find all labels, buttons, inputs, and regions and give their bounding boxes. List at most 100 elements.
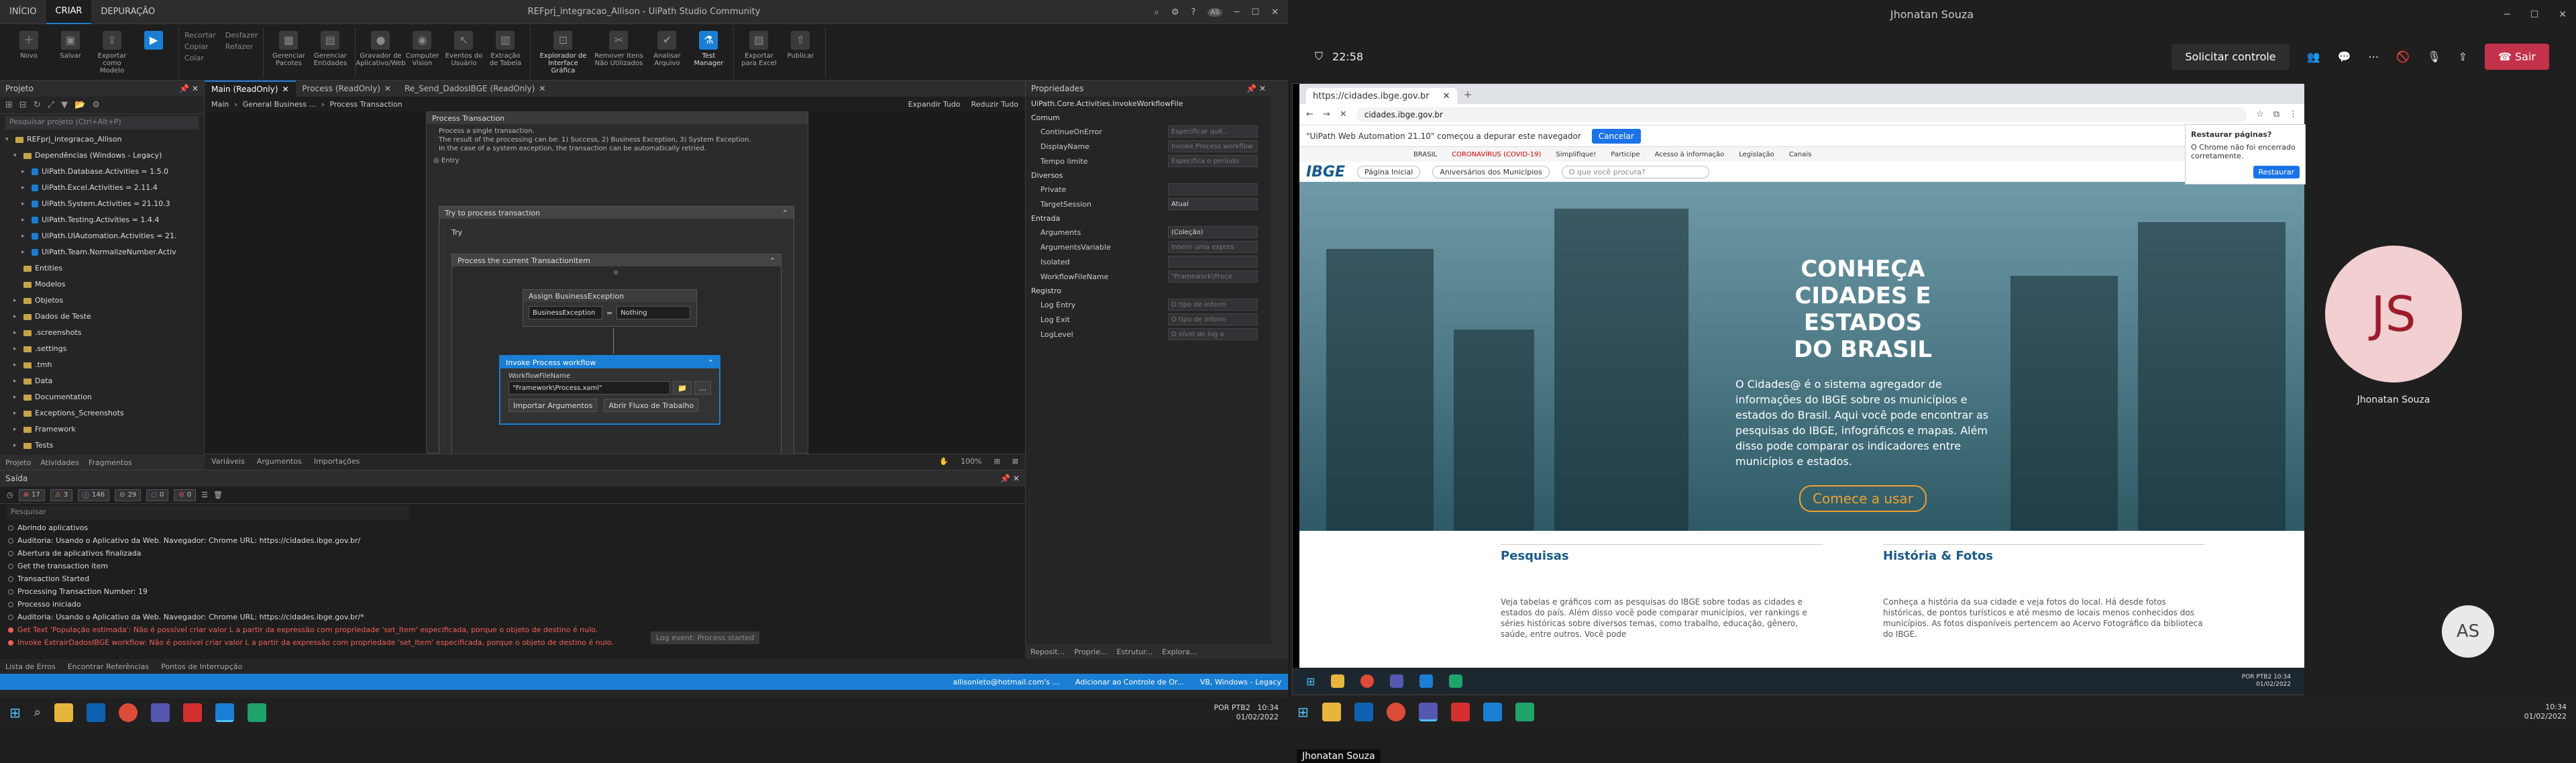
property-value[interactable]: Especificar quê... <box>1168 125 1258 138</box>
trace-filter[interactable]: ⊙ 29 <box>115 489 142 501</box>
share-icon[interactable]: ⇪ <box>2459 50 2467 63</box>
expand-all-button[interactable]: Expandir Tudo <box>908 100 961 109</box>
new-button[interactable]: ＋ Novo <box>9 27 48 60</box>
gov-link[interactable]: BRASIL <box>1413 151 1437 158</box>
collapse-all-button[interactable]: Reduzir Tudo <box>971 100 1018 109</box>
file-explorer-icon[interactable] <box>1331 674 1345 688</box>
windows-start-icon[interactable]: ⊞ <box>1306 675 1315 688</box>
chrome-icon[interactable] <box>1386 702 1405 721</box>
left-panel-tab[interactable]: Fragmentos <box>89 458 132 467</box>
error-filter[interactable]: ⊗ 17 <box>18 489 45 501</box>
tree-item[interactable]: ▸ UiPath.Team.NormalizeNumber.Activ <box>0 244 204 260</box>
breadcrumb-general[interactable]: General Business ... <box>243 100 316 109</box>
analyze-file-button[interactable]: ✔ Analisar Arquivo <box>647 27 686 67</box>
output-search-input[interactable]: Pesquisar <box>7 506 409 519</box>
cut-button[interactable]: Recortar <box>184 31 216 40</box>
property-value[interactable]: "Framework\Proce <box>1168 270 1258 283</box>
invoke-workflow-activity[interactable]: Invoke Process workflow ⌃ WorkflowFileNam… <box>499 355 720 425</box>
workflow-filename-field[interactable]: "Framework\Process.xaml" <box>508 381 671 395</box>
expand-icon[interactable]: ⤢ <box>48 100 54 110</box>
property-value[interactable]: O nível de log a <box>1168 328 1258 340</box>
close-button[interactable]: ✕ <box>1271 7 1279 17</box>
designer-canvas[interactable]: Process Transaction Process a single tra… <box>205 111 1025 454</box>
add-activity-icon[interactable]: ⊕ <box>613 269 619 276</box>
fatal-filter[interactable]: ⊘ 0 <box>174 489 197 501</box>
find-references-tab[interactable]: Encontrar Referências <box>68 662 149 671</box>
uipath-assistant-icon[interactable] <box>247 703 266 722</box>
fit-screen-icon[interactable]: ⊞ <box>994 457 1000 466</box>
export-excel-button[interactable]: ▧ Exportar para Excel <box>739 27 778 67</box>
document-tab[interactable]: Re_Send_DadosIBGE (ReadOnly) ✕ <box>398 81 553 97</box>
system-clock[interactable]: POR PTB2 10:34 01/02/2022 <box>1214 703 1279 722</box>
surveys-title[interactable]: Pesquisas <box>1501 544 1823 563</box>
tree-item[interactable]: ▸ Framework <box>0 421 204 438</box>
expand-arrow-icon[interactable]: ▸ <box>13 357 20 373</box>
forward-icon[interactable]: → <box>1323 109 1330 119</box>
document-tab[interactable]: Process (ReadOnly) ✕ <box>296 81 398 97</box>
expand-arrow-icon[interactable]: ▸ <box>13 325 20 341</box>
variables-tab[interactable]: Variáveis <box>211 457 245 466</box>
file-explorer-icon[interactable] <box>1322 702 1341 721</box>
properties-tab[interactable]: Reposit... <box>1030 648 1065 656</box>
test-manager-button[interactable]: ⚗ Test Manager <box>689 27 728 67</box>
self-avatar-as[interactable]: AS <box>2442 605 2494 658</box>
collapse-icon[interactable]: ⊟ <box>19 100 27 110</box>
address-bar[interactable]: cidades.ibge.gov.br <box>1356 107 2247 122</box>
camera-off-icon[interactable]: 🚫 <box>2396 50 2410 63</box>
import-arguments-button[interactable]: Importar Argumentos <box>508 399 598 412</box>
teams-icon[interactable] <box>1418 702 1438 721</box>
search-icon[interactable]: ⌕ <box>34 705 41 719</box>
log-line[interactable]: Invoke ExtrairDadosIBGE workflow: Não é … <box>0 636 1025 649</box>
stop-icon[interactable]: ✕ <box>1340 109 1347 119</box>
warning-filter[interactable]: ⚠ 3 <box>50 489 73 501</box>
project-search-input[interactable]: Pesquisar projeto (Ctrl+Alt+P) <box>5 116 199 130</box>
uipath-studio-icon[interactable] <box>1483 702 1502 721</box>
tree-item[interactable]: ▸ .settings <box>0 341 204 357</box>
expand-arrow-icon[interactable]: ▸ <box>13 405 20 421</box>
leave-button[interactable]: ☎ Sair <box>2485 43 2549 70</box>
more-button[interactable]: … <box>694 381 711 395</box>
left-panel-tab[interactable]: Atividades <box>40 458 78 467</box>
status-user[interactable]: allisonleto@hotmail.com's ... <box>953 678 1060 686</box>
property-value[interactable]: Inserir uma expres <box>1168 241 1258 253</box>
expand-arrow-icon[interactable]: ▾ <box>5 132 12 148</box>
system-clock[interactable]: 10:34 01/02/2022 <box>2524 703 2567 721</box>
save-button[interactable]: ▣ Salvar <box>51 27 90 60</box>
log-line[interactable]: Processo iniciado <box>0 598 1025 611</box>
close-tab-icon[interactable]: ✕ <box>384 84 391 93</box>
ibge-logo[interactable]: IBGE <box>1306 164 1345 181</box>
expand-arrow-icon[interactable]: ▸ <box>13 309 20 325</box>
paste-button[interactable]: Colar <box>184 54 216 62</box>
maximize-button[interactable]: ☐ <box>2530 9 2539 20</box>
redo-button[interactable]: Refazer <box>225 42 258 51</box>
expand-arrow-icon[interactable]: ▸ <box>21 196 28 212</box>
request-control-button[interactable]: Solicitar controle <box>2171 43 2290 70</box>
tree-item[interactable]: ▸ UiPath.Excel.Activities = 2.11.4 <box>0 180 204 196</box>
gov-link[interactable]: CORONAVÍRUS (COVID-19) <box>1452 151 1541 158</box>
export-template-button[interactable]: ⇪ Exportar como Modelo <box>93 27 131 74</box>
clear-icon[interactable]: 🗑 <box>213 491 223 499</box>
microphone-icon[interactable]: 🎙 <box>2427 50 2440 63</box>
log-line[interactable]: Processing Transaction Number: 19 <box>0 585 1025 598</box>
browse-folder-icon[interactable]: 📁 <box>673 381 692 395</box>
overview-icon[interactable]: ⊠ <box>1012 457 1018 466</box>
expand-arrow-icon[interactable]: ▾ <box>13 148 20 164</box>
log-line[interactable]: Get Text 'População estimada': Não é pos… <box>0 623 1025 636</box>
acrobat-icon[interactable] <box>1450 702 1470 721</box>
file-explorer-icon[interactable] <box>54 703 73 722</box>
copy-button[interactable]: Copiar <box>184 42 216 51</box>
expand-arrow-icon[interactable]: ▸ <box>21 164 28 180</box>
teams-icon[interactable] <box>150 703 170 722</box>
site-search-input[interactable]: O que você procura? <box>1561 165 1709 179</box>
property-category[interactable]: Entrada <box>1026 211 1271 225</box>
close-tab-icon[interactable]: ✕ <box>282 85 288 94</box>
imports-tab[interactable]: Importações <box>314 457 360 466</box>
property-value[interactable]: Especifica o período <box>1168 155 1258 167</box>
new-tab-icon[interactable]: ＋ <box>1464 88 1472 101</box>
gov-link[interactable]: Acesso à informação <box>1655 151 1725 158</box>
anniversaries-pill[interactable]: Aniversários dos Municípios <box>1432 165 1550 179</box>
windows-start-icon[interactable]: ⊞ <box>9 705 21 721</box>
list-icon[interactable]: ☰ <box>201 491 208 499</box>
status-source-control[interactable]: Adicionar ao Controle de Or... <box>1075 678 1184 686</box>
publish-button[interactable]: ⇧ Publicar <box>781 27 820 60</box>
